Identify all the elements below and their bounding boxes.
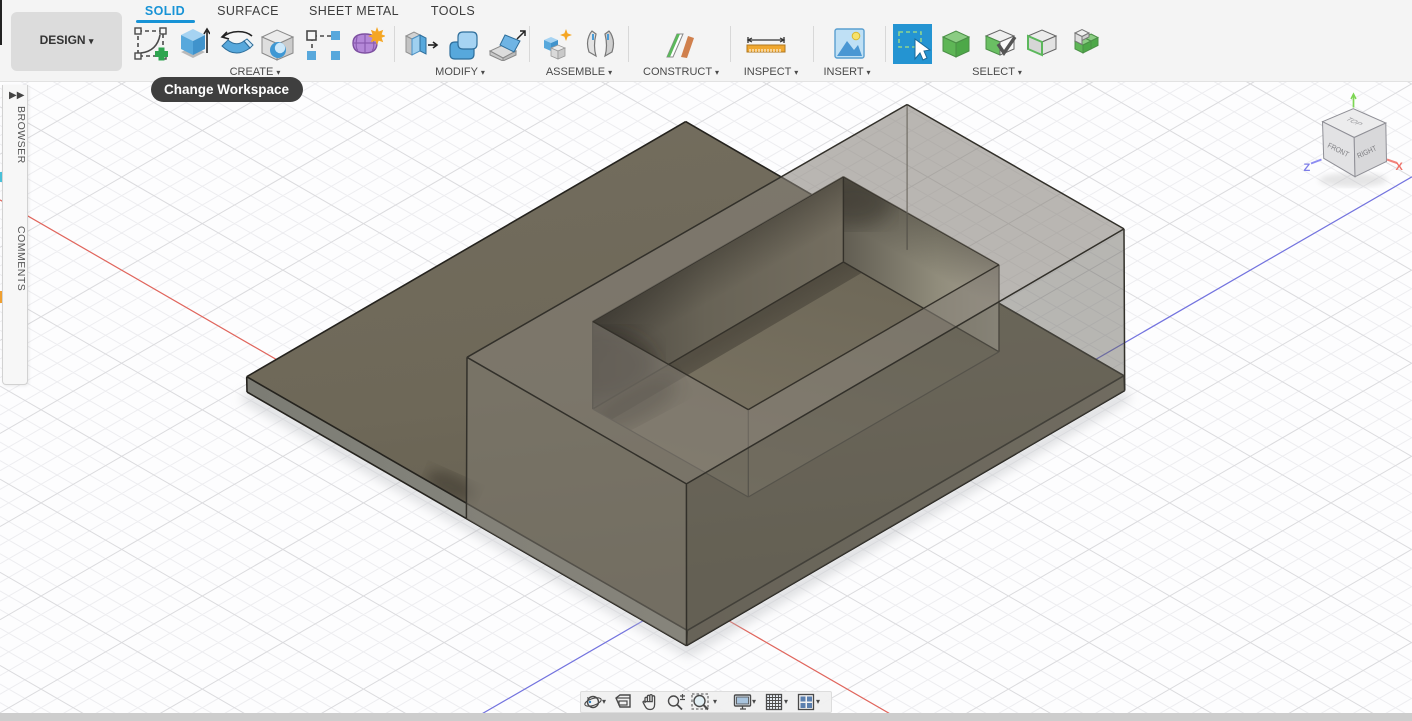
svg-text:Z: Z [1304, 162, 1311, 174]
svg-text:X: X [1396, 161, 1404, 173]
